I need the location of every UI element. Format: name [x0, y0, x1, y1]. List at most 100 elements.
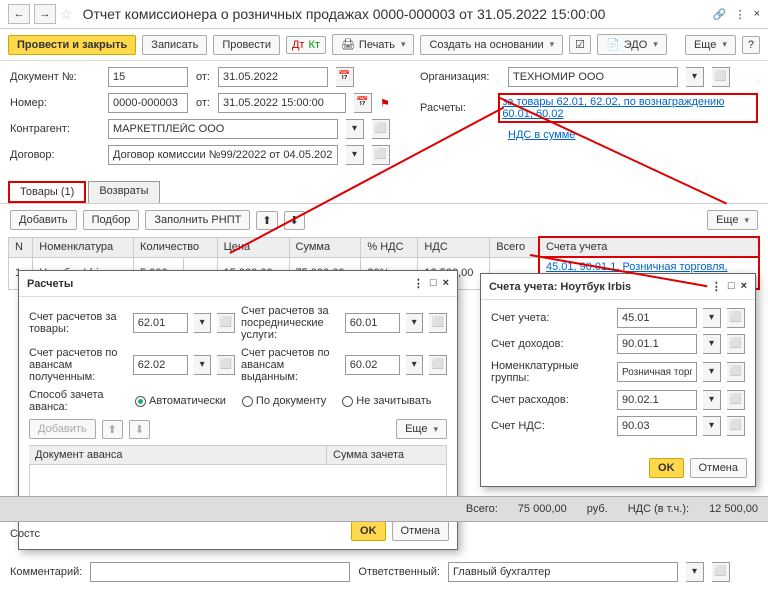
create-based-button[interactable]: Создать на основании▾: [420, 35, 563, 55]
star-icon[interactable]: ☆: [60, 6, 73, 23]
open-icon[interactable]: ⬜: [372, 119, 390, 139]
col-sum-offset: Сумма зачета: [327, 446, 447, 464]
calendar-icon-2[interactable]: 📅: [354, 93, 372, 113]
back-button[interactable]: ←: [8, 4, 30, 24]
calc-popup-title: Расчеты: [27, 278, 73, 290]
radio-doc[interactable]: По документу: [242, 395, 326, 407]
popup-close-icon[interactable]: ×: [443, 277, 449, 290]
num-label: Номер:: [10, 97, 100, 109]
vat-total-value: 12 500,00: [709, 503, 758, 515]
post-button[interactable]: Провести: [213, 35, 280, 55]
tab-returns[interactable]: Возвраты: [88, 181, 159, 203]
popup2-max-icon[interactable]: □: [728, 280, 735, 293]
forward-button[interactable]: →: [34, 4, 56, 24]
calc-more-button[interactable]: Еще▾: [396, 419, 447, 439]
contract-label: Договор:: [10, 149, 100, 161]
radio-none[interactable]: Не зачитывать: [342, 395, 431, 407]
acct-serv-input[interactable]: [345, 313, 400, 333]
comment-input[interactable]: [90, 562, 350, 582]
calc-add-button[interactable]: Добавить: [29, 419, 96, 439]
print-button[interactable]: 🖨 Печать▾: [332, 34, 415, 55]
col-price: Цена: [217, 237, 289, 257]
acct-serv-label: Счет расчетов за посреднические услуги:: [241, 305, 339, 341]
col-vatpct: % НДС: [361, 237, 418, 257]
contract-input[interactable]: [108, 145, 338, 165]
popup2-close-icon[interactable]: ×: [741, 280, 747, 293]
radio-auto[interactable]: Автоматически: [135, 395, 226, 407]
up-button[interactable]: ⬆: [256, 211, 277, 230]
popup-max-icon[interactable]: □: [430, 277, 437, 290]
method-label: Способ зачета аванса:: [29, 389, 129, 413]
page-title: Отчет комиссионера о розничных продажах …: [83, 6, 606, 22]
close-icon[interactable]: ×: [754, 8, 760, 21]
contr-label: Контрагент:: [10, 123, 100, 135]
fill-rnpt-button[interactable]: Заполнить РНПТ: [145, 210, 250, 230]
open-icon-2[interactable]: ⬜: [372, 145, 390, 165]
write-button[interactable]: Записать: [142, 35, 207, 55]
accounts-popup-title: Счета учета: Ноутбук Irbis: [489, 281, 631, 293]
acct-goods-input[interactable]: [133, 313, 188, 333]
vat-total-label: НДС (в т.ч.):: [628, 503, 689, 515]
popup2-menu-icon[interactable]: ⋮: [711, 280, 722, 293]
nomgrp-input[interactable]: [617, 362, 697, 382]
post-close-button[interactable]: Провести и закрыть: [8, 35, 136, 55]
accounts-popup: Счета учета: Ноутбук Irbis ⋮ □ × Счет учет…: [480, 273, 756, 487]
exp-input[interactable]: [617, 390, 697, 410]
vatacct-label: Счет НДС:: [491, 420, 611, 432]
vat-link[interactable]: НДС в сумме: [508, 129, 575, 141]
calendar-icon[interactable]: 📅: [336, 67, 354, 87]
currency-label: руб.: [587, 503, 608, 515]
contr-input[interactable]: [108, 119, 338, 139]
col-accounts: Счета учета: [539, 237, 759, 257]
dtdk-button[interactable]: ДтКт: [286, 36, 326, 54]
add-button[interactable]: Добавить: [10, 210, 77, 230]
resp-input[interactable]: [448, 562, 678, 582]
income-label: Счет доходов:: [491, 338, 611, 350]
acct-input[interactable]: [617, 308, 697, 328]
down-button[interactable]: ⬇: [284, 211, 305, 230]
org-label: Организация:: [420, 71, 500, 83]
help-button[interactable]: ?: [742, 36, 760, 54]
acct-adv-pay-input[interactable]: [345, 355, 400, 375]
acct-ok-button[interactable]: OK: [649, 458, 684, 478]
org-input[interactable]: [508, 67, 678, 87]
acct-label: Счет учета:: [491, 312, 611, 324]
acct-adv-rec-input[interactable]: [133, 355, 188, 375]
col-qty: Количество: [134, 237, 218, 257]
vatacct-input[interactable]: [617, 416, 697, 436]
open-icon-3[interactable]: ⬜: [712, 67, 730, 87]
col-total: Всего: [490, 237, 539, 257]
dropdown-icon-2[interactable]: ▾: [346, 145, 364, 165]
checklist-button[interactable]: ☑: [569, 35, 591, 54]
select-button[interactable]: Подбор: [83, 210, 140, 230]
calc-link[interactable]: за товары 62.01, 62.02, по вознаграждени…: [498, 93, 758, 123]
income-input[interactable]: [617, 334, 697, 354]
acct-adv-rec-label: Счет расчетов по авансам полученным:: [29, 347, 127, 383]
dropdown-icon[interactable]: ▾: [346, 119, 364, 139]
edo-button[interactable]: 📄 ЭДО▾: [597, 34, 667, 55]
acct-adv-pay-label: Счет расчетов по авансам выданным:: [241, 347, 339, 383]
acct-cancel-button[interactable]: Отмена: [690, 458, 747, 478]
table-more-button[interactable]: Еще▾: [707, 210, 758, 230]
popup-menu-icon[interactable]: ⋮: [413, 277, 424, 290]
dropdown-icon-3[interactable]: ▾: [686, 67, 704, 87]
link-icon[interactable]: 🔗: [713, 8, 727, 21]
comment-label: Комментарий:: [10, 566, 82, 578]
flag-icon[interactable]: ⚑: [380, 97, 390, 110]
doc-num-input[interactable]: [108, 67, 188, 87]
menu-icon[interactable]: ⋮: [735, 8, 746, 21]
num-input[interactable]: [108, 93, 188, 113]
col-nom: Номенклатура: [33, 237, 134, 257]
exp-label: Счет расходов:: [491, 394, 611, 406]
calc-down-button[interactable]: ⬇: [129, 420, 150, 439]
col-n: N: [9, 237, 33, 257]
col-doc-advance: Документ аванса: [29, 446, 327, 464]
tab-goods[interactable]: Товары (1): [8, 181, 86, 203]
more-button[interactable]: Еще▾: [685, 35, 736, 55]
doc-num-label: Документ №:: [10, 71, 100, 83]
calc-up-button[interactable]: ⬆: [102, 420, 123, 439]
resp-label: Ответственный:: [358, 566, 440, 578]
nomgrp-label: Номенклатурные группы:: [491, 360, 611, 384]
num-date-input[interactable]: [218, 93, 346, 113]
doc-date-input[interactable]: [218, 67, 328, 87]
